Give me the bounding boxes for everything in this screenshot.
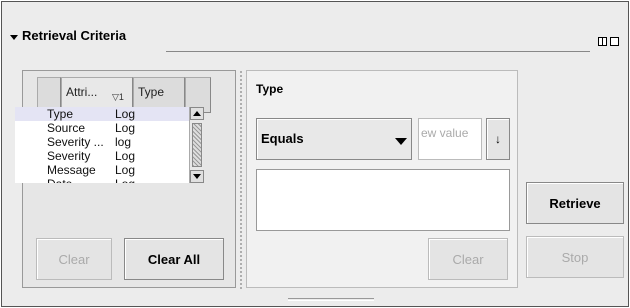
window-controls — [598, 37, 619, 46]
row-header-cell — [15, 149, 39, 163]
row-header-cell — [15, 177, 39, 183]
scroll-down-button[interactable] — [190, 170, 204, 183]
values-list[interactable] — [256, 169, 510, 231]
type-cell: Log — [115, 163, 136, 177]
table-row[interactable]: Severity ... log — [15, 135, 189, 149]
section-header[interactable]: Retrieval Criteria — [10, 28, 126, 43]
row-header-cell — [15, 163, 39, 177]
down-arrow-icon: ↓ — [495, 132, 501, 146]
collapse-triangle-icon[interactable] — [10, 35, 18, 40]
arrow-up-icon — [193, 111, 201, 116]
type-cell: Log — [115, 107, 136, 121]
column-header-attribute-label: Attri... — [66, 85, 98, 99]
stop-button[interactable]: Stop — [526, 236, 624, 278]
chevron-down-icon — [395, 138, 407, 145]
type-cell: Log — [115, 121, 136, 135]
bottom-resize-handle[interactable] — [288, 298, 374, 301]
scroll-thumb[interactable] — [192, 123, 202, 167]
operator-value: Equals — [261, 131, 304, 146]
table-body: Type Log Source Log Severity ... log Severity L… — [15, 107, 189, 183]
row-header-cell — [15, 135, 39, 149]
type-cell: Log — [111, 177, 163, 183]
table-row[interactable]: Source Log — [15, 121, 189, 135]
attribute-cell: Message — [47, 163, 96, 177]
attribute-cell: Severity — [47, 149, 91, 163]
arrow-down-icon — [193, 174, 201, 179]
attribute-cell: Source — [47, 121, 86, 135]
attribute-cell: Date — [39, 177, 111, 183]
header-separator — [166, 51, 590, 52]
new-value-input[interactable]: ew value — [418, 118, 482, 160]
type-cell: Log — [115, 149, 136, 163]
table-row[interactable]: Type Log — [15, 107, 189, 121]
type-cell: log — [115, 135, 132, 149]
row-header-cell — [15, 107, 39, 121]
column-header-type-label: Type — [138, 85, 165, 99]
retrieval-panel-root: Retrieval Criteria Attri... ▽1 Type Type… — [0, 0, 630, 308]
splitter-handle[interactable] — [239, 70, 243, 290]
table-row[interactable]: DateLog — [15, 177, 189, 183]
attribute-cell: Type — [47, 107, 74, 121]
table-row[interactable]: Message Log — [15, 163, 189, 177]
table-row[interactable]: Severity Log — [15, 149, 189, 163]
row-header-cell — [15, 121, 39, 135]
clear-all-button[interactable]: Clear All — [124, 238, 224, 280]
scroll-up-button[interactable] — [190, 107, 204, 120]
retrieve-button[interactable]: Retrieve — [526, 182, 624, 224]
maximize-icon[interactable] — [610, 37, 619, 46]
section-title: Retrieval Criteria — [22, 28, 127, 43]
table-scrollbar[interactable] — [189, 107, 204, 183]
clear-attributes-button[interactable]: Clear — [36, 238, 112, 280]
operator-dropdown[interactable]: Equals — [256, 118, 412, 160]
panel-split-icon[interactable] — [598, 37, 607, 46]
sort-down-button[interactable]: ↓ — [486, 118, 510, 160]
attribute-cell: Severity ... — [47, 135, 104, 149]
clear-values-button[interactable]: Clear — [428, 238, 508, 280]
filter-attribute-label: Type — [256, 82, 284, 96]
sort-indicator-icon: ▽1 — [112, 92, 124, 102]
